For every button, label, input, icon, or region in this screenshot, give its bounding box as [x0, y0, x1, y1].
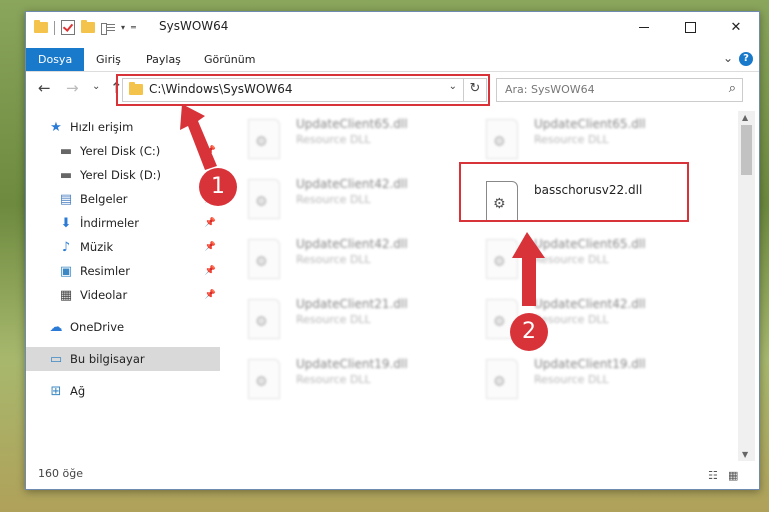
- step-badge-2: 2: [510, 313, 548, 351]
- annotation-arrows: [180, 104, 545, 306]
- arrow-1: [180, 104, 217, 170]
- step-badge-1: 1: [199, 168, 237, 206]
- arrow-2: [512, 232, 545, 306]
